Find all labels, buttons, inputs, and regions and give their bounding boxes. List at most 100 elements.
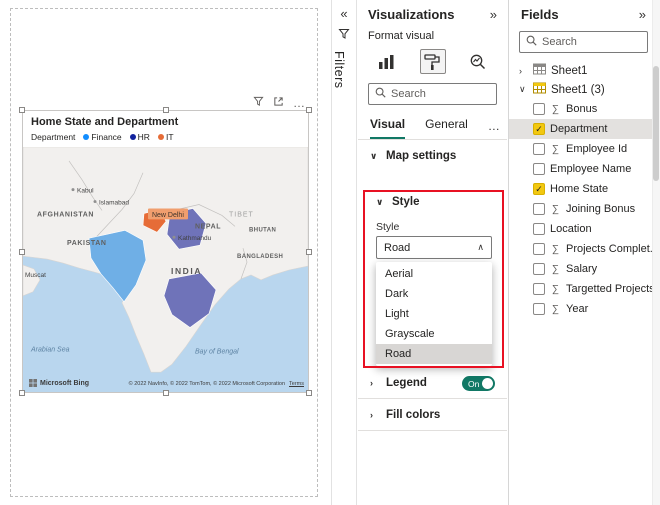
field-checkbox[interactable] [533,143,545,155]
terms-link[interactable]: Terms [289,381,304,387]
expand-filters-icon[interactable]: « [332,6,356,21]
filters-pane-label: Filters [332,51,346,89]
city-dot-kathmandu [172,235,176,239]
more-options-icon[interactable]: … [293,97,306,109]
fields-search-input[interactable] [542,36,641,48]
style-option-light[interactable]: Light [376,304,492,324]
analytics-icon[interactable] [465,49,491,74]
field-checkbox[interactable] [533,263,545,275]
legend-toggle[interactable]: On [462,375,495,391]
field-row-home-state[interactable]: ✓ Home State [509,179,660,199]
viz-search-input[interactable] [391,88,490,100]
focus-mode-icon[interactable] [273,94,284,112]
map-label-islamabad: Islamabad [99,200,129,207]
field-checkbox[interactable] [533,203,545,215]
field-checkbox[interactable] [533,103,545,115]
collapse-visualizations-icon[interactable]: » [490,7,497,22]
section-legend[interactable]: › Legend On [358,372,507,394]
section-style[interactable]: ∨ Style [376,196,420,208]
visual-title: Home State and Department [31,116,179,128]
selection-handle[interactable] [19,248,25,255]
style-option-road[interactable]: Road [376,344,492,364]
legend-dot-hr [129,134,136,140]
map-label-bangladesh: BANGLADESH [237,254,283,260]
viz-pane-tabs [358,42,507,74]
fields-title: Fields [521,7,559,22]
chevron-right-icon: › [519,65,522,76]
legend-item: HR [129,132,150,142]
map-canvas[interactable]: New Delhi Kabul Islamabad AFGHANISTAN TI… [23,147,308,392]
style-option-aerial[interactable]: Aerial [376,264,492,284]
report-canvas[interactable]: … Home State and Department Department F… [0,0,331,505]
selection-handle[interactable] [19,107,25,113]
sigma-icon: ∑ [551,203,560,215]
chevron-down-icon: ∨ [519,84,526,94]
field-row-employee-id[interactable]: ∑ Employee Id [509,139,660,159]
viz-search-box [368,83,497,105]
selection-handle[interactable] [306,390,312,396]
field-row-year[interactable]: ∑ Year [509,299,660,319]
fields-pane: Fields » › Sheet1 ∨ Sheet1 (3) [508,0,660,505]
format-more-icon[interactable]: … [488,119,500,139]
legend-dot-it [157,134,164,140]
map-label-afghanistan: AFGHANISTAN [37,211,94,218]
style-option-grayscale[interactable]: Grayscale [376,324,492,344]
divider [358,398,507,399]
visualizations-pane: Visualizations » Format visual Visual Ge… [358,0,507,505]
table-sheet1[interactable]: › Sheet1 [509,61,660,80]
map-label-bhutan: BHUTAN [249,227,276,233]
selection-handle[interactable] [162,390,169,396]
map-area: New Delhi Kabul Islamabad AFGHANISTAN TI… [23,147,308,392]
selection-handle[interactable] [306,107,312,113]
field-checkbox[interactable]: ✓ [533,183,545,195]
field-checkbox[interactable] [533,303,545,315]
scrollbar-thumb[interactable] [653,66,659,181]
style-option-dark[interactable]: Dark [376,284,492,304]
collapse-fields-icon[interactable]: » [639,7,646,22]
field-checkbox[interactable] [533,223,545,235]
filters-funnel-icon [332,27,356,45]
field-row-bonus[interactable]: ∑ Bonus [509,99,660,119]
field-row-targetted-projects[interactable]: ∑ Targetted Projects [509,279,660,299]
map-visual[interactable]: … Home State and Department Department F… [19,96,312,396]
field-checkbox[interactable] [533,163,545,175]
visual-legend: Department Finance HR IT [23,128,308,142]
city-dot-islamabad [93,200,97,204]
style-dropdown[interactable]: Road ∧ [376,236,492,259]
tab-visual[interactable]: Visual [370,117,406,139]
style-dropdown-value: Road [384,241,411,254]
field-checkbox[interactable] [533,283,545,295]
field-row-projects-completed[interactable]: ∑ Projects Complet... [509,239,660,259]
field-row-salary[interactable]: ∑ Salary [509,259,660,279]
visualizations-title: Visualizations [368,7,455,22]
field-row-employee-name[interactable]: Employee Name [509,159,660,179]
filters-pane-collapsed[interactable]: « Filters [331,0,357,505]
selection-handle[interactable] [306,248,312,255]
filter-icon[interactable] [253,94,264,112]
section-fill-colors[interactable]: › Fill colors [358,404,507,426]
legend-item: IT [157,132,174,142]
map-label-muscat: Muscat [25,272,46,279]
selection-handle[interactable] [162,107,169,113]
format-visual-icon[interactable] [419,49,446,74]
field-checkbox[interactable] [533,243,545,255]
fields-tree: › Sheet1 ∨ Sheet1 (3) ∑ Bonus ✓ Departme… [509,61,660,319]
tab-general[interactable]: General [425,117,468,139]
map-label-kathmandu: Kathmandu [178,235,212,242]
sigma-icon: ∑ [551,143,560,155]
fields-scrollbar[interactable] [652,0,660,505]
chevron-down-icon: ∨ [376,196,384,207]
table-sheet1-3[interactable]: ∨ Sheet1 (3) [509,80,660,99]
field-row-joining-bonus[interactable]: ∑ Joining Bonus [509,199,660,219]
visual-toolbar: … [253,94,306,112]
format-tabs: Visual General … [358,105,507,139]
fields-search-box [519,31,648,53]
field-checkbox[interactable]: ✓ [533,123,545,135]
field-row-location[interactable]: Location [509,219,660,239]
selection-handle[interactable] [19,390,25,396]
field-row-department[interactable]: ✓ Department [509,119,660,139]
build-visual-icon[interactable] [374,49,400,74]
city-dot-kabul [71,188,75,192]
copyright-text: © 2022 NavInfo, © 2022 TomTom, © 2022 Mi… [128,381,304,387]
section-map-settings[interactable]: ∨ Map settings [358,140,507,172]
